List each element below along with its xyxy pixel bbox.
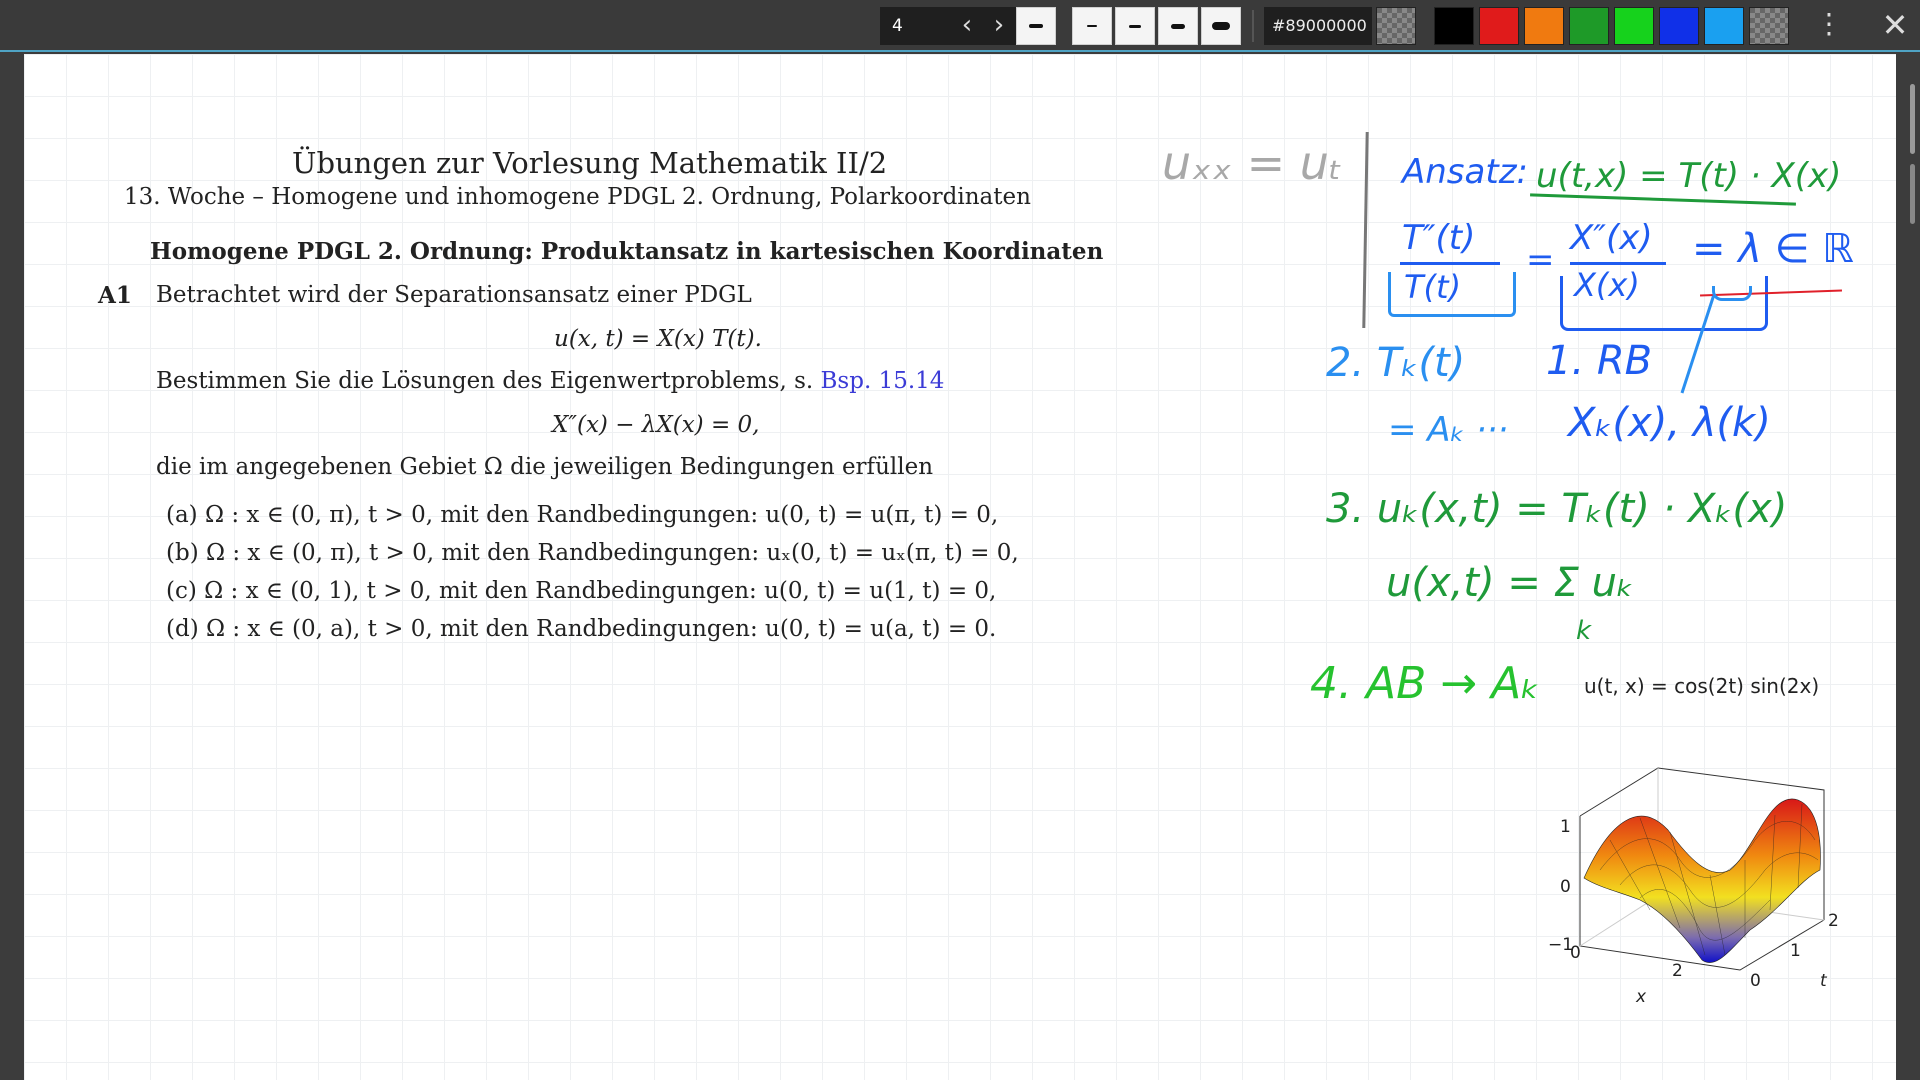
toolbar: 4 ‹ › #89000000 ⋮ ✕ bbox=[0, 0, 1920, 52]
exercise-label: A1 bbox=[98, 282, 132, 309]
chevron-right-icon: › bbox=[993, 10, 1005, 40]
section-heading: Homogene PDGL 2. Ordnung: Produktansatz … bbox=[150, 238, 1104, 265]
thin-stroke-icon bbox=[1087, 25, 1097, 27]
fraction-right-numerator: X″(x) bbox=[1570, 218, 1653, 258]
z-tick-1: 1 bbox=[1560, 817, 1571, 837]
color-swatch-light-blue[interactable] bbox=[1704, 7, 1744, 45]
eigenvalue-equation: X″(x) − λX(x) = 0, bbox=[552, 412, 760, 438]
thick-stroke-icon bbox=[1171, 23, 1185, 29]
stroke-width-1-button[interactable] bbox=[1072, 7, 1112, 45]
t-tick-0: 0 bbox=[1750, 971, 1761, 991]
close-button[interactable]: ✕ bbox=[1880, 7, 1910, 45]
fraction-left-box bbox=[1388, 272, 1516, 317]
lambda-bracket bbox=[1712, 286, 1752, 301]
task-text: Bestimmen Sie die Lösungen des Eigenwert… bbox=[156, 368, 944, 394]
color-swatch-green[interactable] bbox=[1569, 7, 1609, 45]
color-swatch-blue[interactable] bbox=[1659, 7, 1699, 45]
chevron-left-icon: ‹ bbox=[961, 10, 973, 40]
bold-stroke-icon bbox=[1212, 22, 1230, 30]
pen-stroke-icon bbox=[1029, 24, 1043, 28]
step-1-result: Xₖ(x), λ(k) bbox=[1568, 400, 1771, 446]
handwritten-ansatz-label: Ansatz: bbox=[1402, 152, 1528, 192]
close-icon: ✕ bbox=[1881, 6, 1909, 44]
x-axis-label: x bbox=[1635, 987, 1647, 1007]
stroke-width-3-button[interactable] bbox=[1158, 7, 1198, 45]
x-tick-2: 2 bbox=[1672, 961, 1683, 981]
stroke-width-2-button[interactable] bbox=[1115, 7, 1155, 45]
fraction-right-box bbox=[1560, 276, 1768, 331]
condition-text: die im angegebenen Gebiet Ω die jeweilig… bbox=[156, 454, 934, 480]
step-3-sum: u(x,t) = Σ uₖ bbox=[1386, 560, 1634, 606]
equals-sign-1: = bbox=[1526, 240, 1555, 280]
task-text-body: Bestimmen Sie die Lösungen des Eigenwert… bbox=[156, 368, 814, 394]
color-swatch-light-green[interactable] bbox=[1614, 7, 1654, 45]
t-axis-label: t bbox=[1820, 971, 1828, 991]
more-vertical-icon: ⋮ bbox=[1815, 7, 1843, 40]
case-a: (a) Ω : x ∈ (0, π), t > 0, mit den Randb… bbox=[166, 502, 999, 528]
toolbar-divider bbox=[1252, 10, 1254, 42]
scrollbar-thumb[interactable] bbox=[1910, 84, 1915, 154]
color-swatch-orange[interactable] bbox=[1524, 7, 1564, 45]
fraction-left-bar bbox=[1400, 262, 1500, 265]
fraction-right-bar bbox=[1570, 262, 1666, 265]
handwritten-heat-equation: uₓₓ = uₜ bbox=[1162, 136, 1343, 190]
step-2-result: = Aₖ ··· bbox=[1388, 410, 1509, 450]
scrollbar-thumb-secondary[interactable] bbox=[1910, 164, 1915, 224]
stroke-width-4-button[interactable] bbox=[1201, 7, 1241, 45]
case-d: (d) Ω : x ∈ (0, a), t > 0, mit den Randb… bbox=[166, 616, 997, 642]
fraction-left-numerator: T″(t) bbox=[1402, 218, 1476, 258]
more-menu-button[interactable]: ⋮ bbox=[1815, 7, 1843, 45]
sheet-title: Übungen zur Vorlesung Mathematik II/2 bbox=[292, 146, 888, 180]
separation-ansatz-equation: u(x, t) = X(x) T(t). bbox=[554, 326, 762, 352]
step-2-label: 2. Tₖ(t) bbox=[1326, 340, 1466, 386]
case-b: (b) Ω : x ∈ (0, π), t > 0, mit den Randb… bbox=[166, 540, 1019, 566]
color-swatch-red[interactable] bbox=[1479, 7, 1519, 45]
step-3-sum-index: k bbox=[1576, 616, 1592, 646]
current-color-swatch[interactable] bbox=[1376, 7, 1416, 45]
color-swatch-black[interactable] bbox=[1434, 7, 1474, 45]
medium-stroke-icon bbox=[1129, 24, 1141, 28]
prev-page-button[interactable]: ‹ bbox=[952, 7, 982, 45]
next-page-button[interactable]: › bbox=[984, 7, 1014, 45]
step-4-label: 4. AB → Aₖ bbox=[1310, 658, 1540, 709]
lambda-real-expression: = λ ∈ ℝ bbox=[1692, 226, 1854, 272]
case-c: (c) Ω : x ∈ (0, 1), t > 0, mit den Randb… bbox=[166, 578, 997, 604]
vertical-scrollbar[interactable] bbox=[1906, 54, 1920, 1080]
surface-plot: 1 0 −1 0 2 0 1 2 x t bbox=[1548, 767, 1839, 1007]
step-3-label: 3. uₖ(x,t) = Tₖ(t) · Xₖ(x) bbox=[1326, 486, 1788, 532]
example-link[interactable]: Bsp. 15.14 bbox=[821, 368, 945, 394]
exercise-intro: Betrachtet wird der Separationsansatz ei… bbox=[156, 282, 752, 308]
t-tick-2: 2 bbox=[1828, 911, 1839, 931]
z-tick-0: 0 bbox=[1560, 877, 1571, 897]
handwritten-ansatz-formula: u(t,x) = T(t) · X(x) bbox=[1536, 156, 1842, 196]
surface-mesh bbox=[1583, 798, 1821, 963]
plot-formula: u(t, x) = cos(2t) sin(2x) bbox=[1584, 674, 1820, 698]
step-1-label: 1. RB bbox=[1546, 338, 1653, 384]
t-tick-1: 1 bbox=[1790, 941, 1801, 961]
sheet-subtitle: 13. Woche – Homogene und inhomogene PDGL… bbox=[124, 184, 1031, 210]
color-swatch-transparent[interactable] bbox=[1749, 7, 1789, 45]
pen-style-dropdown[interactable] bbox=[1016, 7, 1056, 45]
color-hex-field[interactable]: #89000000 bbox=[1264, 7, 1372, 45]
x-tick-0: 0 bbox=[1570, 943, 1581, 963]
